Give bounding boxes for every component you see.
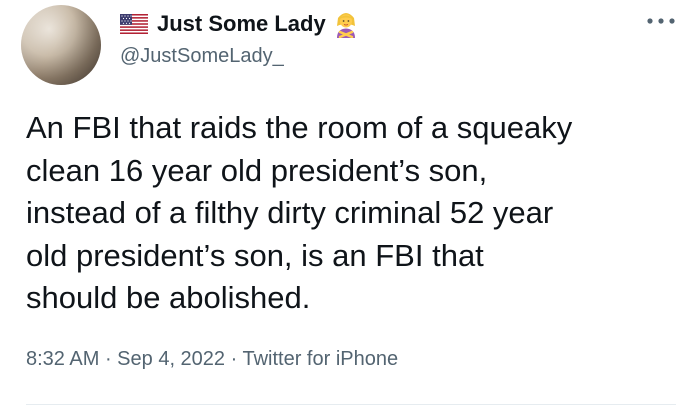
tweet-date[interactable]: Sep 4, 2022 [117,348,225,370]
display-name[interactable]: Just Some Lady [157,11,326,37]
avatar[interactable] [21,5,101,85]
tweet-line: An FBI that raids the room of a squeaky [26,110,573,145]
tweet-line: clean 16 year old president’s son, [26,152,488,188]
meta-separator: · [225,348,243,370]
tweet-metadata: 8:32 AM · Sep 4, 2022 · Twitter for iPho… [26,348,398,371]
tweet-line: old president’s son, is an FBI that [26,237,484,273]
avatar-image [21,5,101,85]
author-name-row: Just Some Lady [120,9,358,39]
us-flag-icon [120,14,148,34]
divider [26,404,676,405]
author-handle[interactable]: @JustSomeLady_ [120,45,284,68]
person-gesturing-no-icon [336,13,355,38]
tweet-text: An FBI that raids the room of a squeaky … [26,107,676,320]
tweet-time[interactable]: 8:32 AM [26,348,99,370]
more-options-icon[interactable] [644,13,678,29]
meta-separator: · [99,348,118,370]
tweet-line: instead of a filthy dirty criminal 52 ye… [26,195,554,230]
tweet-source[interactable]: Twitter for iPhone [242,348,398,370]
tweet-line: should be abolished. [26,280,311,315]
